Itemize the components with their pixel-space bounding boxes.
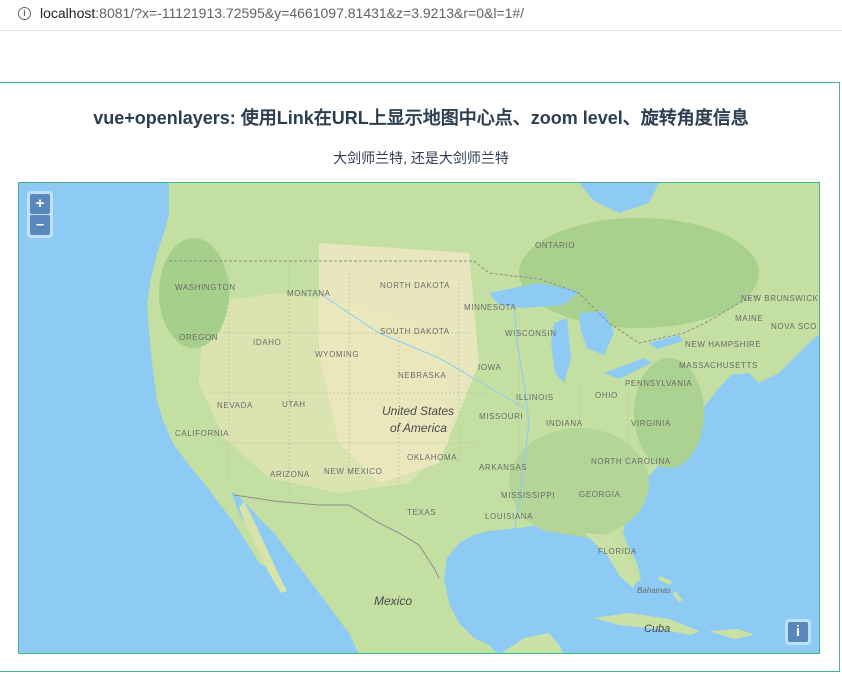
label-south-dakota: SOUTH DAKOTA — [380, 327, 450, 336]
label-united-states-line1: United States — [382, 404, 455, 418]
label-idaho: IDAHO — [253, 338, 282, 347]
url-host: localhost — [40, 5, 96, 21]
label-ontario: ONTARIO — [535, 241, 576, 250]
label-new-brunswick: NEW BRUNSWICK — [741, 294, 819, 303]
label-pennsylvania: PENNSYLVANIA — [625, 379, 693, 388]
label-arkansas: ARKANSAS — [479, 463, 528, 472]
hispaniola-island — [709, 629, 754, 639]
zoom-control: + – — [27, 191, 53, 238]
page-title: vue+openlayers: 使用Link在URL上显示地图中心点、zoom … — [93, 108, 749, 128]
label-minnesota: MINNESOTA — [464, 303, 517, 312]
label-louisiana: LOUISIANA — [485, 512, 534, 521]
label-oregon: OREGON — [179, 333, 219, 342]
label-washington: WASHINGTON — [175, 283, 236, 292]
label-wisconsin: WISCONSIN — [505, 329, 557, 338]
label-virginia: VIRGINIA — [631, 419, 671, 428]
label-indiana: INDIANA — [546, 419, 583, 428]
label-arizona: ARIZONA — [270, 470, 310, 479]
label-wyoming: WYOMING — [315, 350, 360, 359]
central-america — [501, 633, 563, 653]
attribution-control: i — [785, 619, 811, 645]
label-mexico: Mexico — [374, 594, 413, 608]
label-nebraska: NEBRASKA — [398, 371, 447, 380]
label-new-hampshire: NEW HAMPSHIRE — [685, 340, 762, 349]
label-cuba: Cuba — [644, 623, 671, 635]
label-new-mexico: NEW MEXICO — [324, 467, 383, 476]
label-montana: MONTANA — [287, 289, 331, 298]
zoom-out-button[interactable]: – — [30, 215, 50, 235]
map-viewport[interactable]: WASHINGTON OREGON CALIFORNIA NEVADA IDAH… — [18, 182, 820, 654]
label-ohio: OHIO — [595, 391, 618, 400]
label-massachusetts: MASSACHUSETTS — [679, 361, 758, 370]
label-utah: UTAH — [282, 400, 306, 409]
zoom-in-button[interactable]: + — [30, 194, 50, 214]
label-north-carolina: NORTH CAROLINA — [591, 457, 671, 466]
label-oklahoma: OKLAHOMA — [407, 453, 458, 462]
forest-northwest — [159, 238, 229, 348]
label-illinois: ILLINOIS — [516, 393, 554, 402]
label-bahamas: Bahamas — [637, 586, 671, 595]
label-maine: MAINE — [735, 314, 764, 323]
url-query: :8081/?x=-11121913.72595&y=4661097.81431… — [95, 5, 525, 21]
label-florida: FLORIDA — [598, 547, 637, 556]
label-mississippi: MISSISSIPPI — [501, 491, 556, 500]
label-california: CALIFORNIA — [175, 429, 230, 438]
label-georgia: GEORGIA — [579, 490, 621, 499]
label-missouri: MISSOURI — [479, 412, 524, 421]
label-nova-scotia: NOVA SCO — [771, 322, 817, 331]
url-text[interactable]: localhost:8081/?x=-11121913.72595&y=4661… — [40, 5, 524, 21]
basemap-graphics — [19, 183, 819, 653]
label-iowa: IOWA — [478, 363, 502, 372]
forest-appalachia — [634, 358, 704, 468]
site-info-icon[interactable]: i — [18, 7, 31, 20]
attribution-button[interactable]: i — [788, 622, 808, 642]
label-north-dakota: NORTH DAKOTA — [380, 281, 451, 290]
page-subtitle: 大剑师兰特, 还是大剑师兰特 — [333, 150, 509, 166]
label-texas: TEXAS — [407, 508, 437, 517]
label-nevada: NEVADA — [217, 401, 253, 410]
browser-address-bar[interactable]: i localhost:8081/?x=-11121913.72595&y=46… — [0, 0, 842, 31]
forest-northeast — [519, 218, 759, 328]
label-united-states-line2: of America — [390, 421, 447, 435]
